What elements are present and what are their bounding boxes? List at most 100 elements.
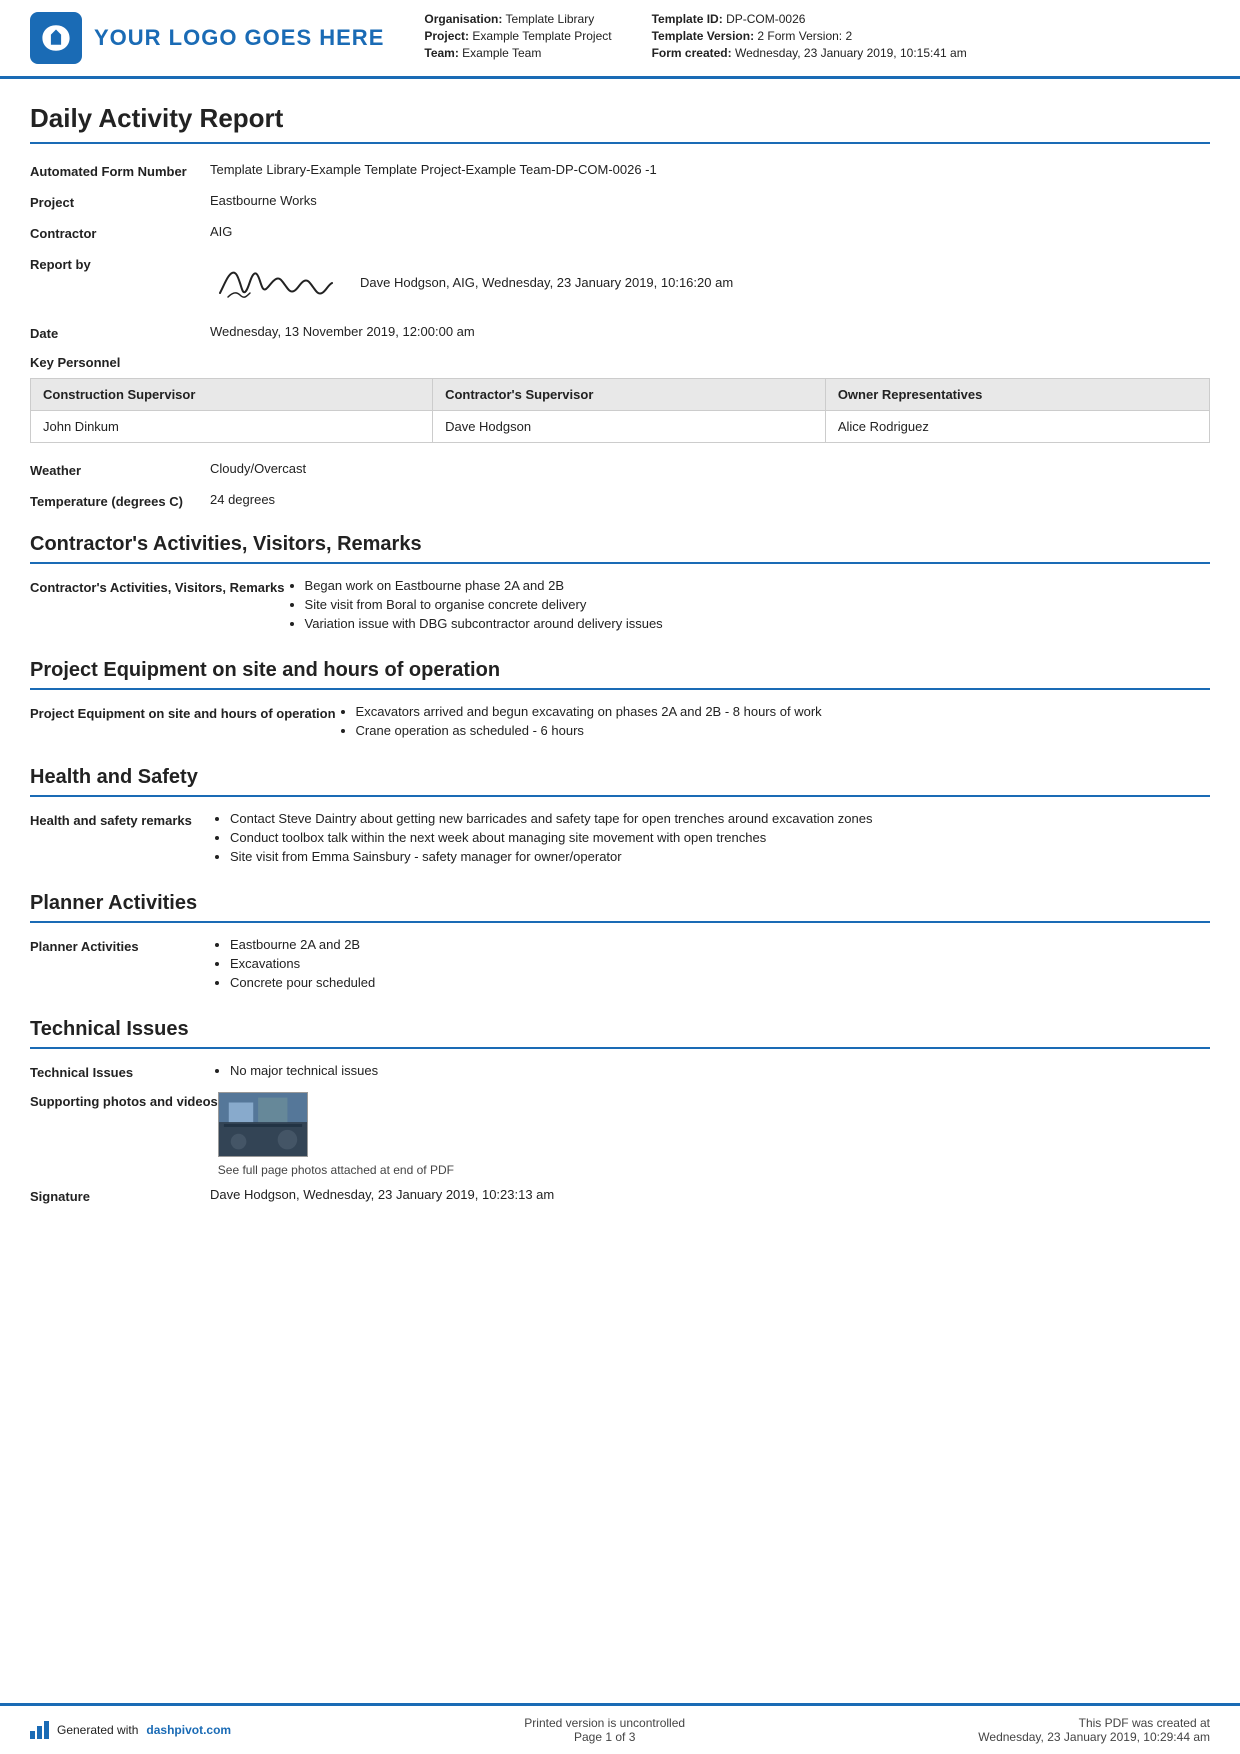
planner-field-value: Eastbourne 2A and 2B Excavations Concret…: [210, 937, 1210, 994]
project-value: Eastbourne Works: [210, 193, 1210, 208]
footer-center: Printed version is uncontrolled Page 1 o…: [524, 1716, 685, 1744]
project-label: Project: [30, 193, 210, 210]
health-safety-section-title: Health and Safety: [30, 766, 1210, 797]
personnel-header-row: Construction Supervisor Contractor's Sup…: [31, 379, 1210, 411]
weather-label: Weather: [30, 461, 210, 478]
report-by-label: Report by: [30, 255, 210, 272]
team-line: Team: Example Team: [424, 46, 611, 60]
list-item: Site visit from Emma Sainsbury - safety …: [230, 849, 1210, 864]
report-title: Daily Activity Report: [30, 103, 1210, 144]
main-content: Daily Activity Report Automated Form Num…: [0, 79, 1240, 1703]
list-item: Excavations: [230, 956, 1210, 971]
footer-right: This PDF was created at Wednesday, 23 Ja…: [978, 1716, 1210, 1744]
org-line: Organisation: Template Library: [424, 12, 611, 26]
supporting-photos-field: Supporting photos and videos See full pa…: [30, 1092, 1210, 1177]
report-by-text: Dave Hodgson, AIG, Wednesday, 23 January…: [360, 275, 733, 290]
signature-label: Signature: [30, 1187, 210, 1204]
cell-john-dinkum: John Dinkum: [31, 411, 433, 443]
col-construction-supervisor: Construction Supervisor: [31, 379, 433, 411]
health-safety-field-label: Health and safety remarks: [30, 811, 210, 828]
equipment-field: Project Equipment on site and hours of o…: [30, 704, 1210, 742]
personnel-table: Construction Supervisor Contractor's Sup…: [30, 378, 1210, 443]
list-item: Began work on Eastbourne phase 2A and 2B: [305, 578, 1210, 593]
technical-field: Technical Issues No major technical issu…: [30, 1063, 1210, 1082]
key-personnel-label: Key Personnel: [30, 355, 1210, 370]
contractors-field: Contractor's Activities, Visitors, Remar…: [30, 578, 1210, 635]
temperature-row: Temperature (degrees C) 24 degrees: [30, 492, 1210, 509]
date-label: Date: [30, 324, 210, 341]
list-item: Excavators arrived and begun excavating …: [356, 704, 1210, 719]
col-contractors-supervisor: Contractor's Supervisor: [433, 379, 826, 411]
page-header: YOUR LOGO GOES HERE Organisation: Templa…: [0, 0, 1240, 79]
form-created-line: Form created: Wednesday, 23 January 2019…: [652, 46, 967, 60]
generated-text: Generated with: [57, 1723, 138, 1737]
list-item: Crane operation as scheduled - 6 hours: [356, 723, 1210, 738]
temperature-value: 24 degrees: [210, 492, 1210, 507]
contractor-value: AIG: [210, 224, 1210, 239]
logo-svg: [39, 21, 73, 55]
temperature-label: Temperature (degrees C): [30, 492, 210, 509]
signature-area: Dave Hodgson, AIG, Wednesday, 23 January…: [210, 255, 1210, 310]
uncontrolled-text: Printed version is uncontrolled: [524, 1716, 685, 1730]
page-text: Page 1 of 3: [524, 1730, 685, 1744]
personnel-data-row: John Dinkum Dave Hodgson Alice Rodriguez: [31, 411, 1210, 443]
list-item: Site visit from Boral to organise concre…: [305, 597, 1210, 612]
signature-value: Dave Hodgson, Wednesday, 23 January 2019…: [210, 1187, 1210, 1202]
header-col-right: Template ID: DP-COM-0026 Template Versio…: [652, 12, 967, 64]
technical-field-label: Technical Issues: [30, 1063, 210, 1080]
supporting-photos-value: See full page photos attached at end of …: [218, 1092, 1210, 1177]
project-row: Project Eastbourne Works: [30, 193, 1210, 210]
pdf-created-text: This PDF was created at: [978, 1716, 1210, 1730]
equipment-list: Excavators arrived and begun excavating …: [336, 704, 1210, 738]
cell-alice-rodriguez: Alice Rodriguez: [825, 411, 1209, 443]
health-safety-list: Contact Steve Daintry about getting new …: [210, 811, 1210, 864]
health-safety-field-value: Contact Steve Daintry about getting new …: [210, 811, 1210, 868]
list-item: No major technical issues: [230, 1063, 1210, 1078]
contractors-field-value: Began work on Eastbourne phase 2A and 2B…: [285, 578, 1210, 635]
pdf-created-date: Wednesday, 23 January 2019, 10:29:44 am: [978, 1730, 1210, 1744]
contractors-field-label: Contractor's Activities, Visitors, Remar…: [30, 578, 285, 595]
automated-form-label: Automated Form Number: [30, 162, 210, 179]
logo-icon: [30, 12, 82, 64]
technical-section-title: Technical Issues: [30, 1018, 1210, 1049]
health-safety-field: Health and safety remarks Contact Steve …: [30, 811, 1210, 868]
contractors-section-title: Contractor's Activities, Visitors, Remar…: [30, 533, 1210, 564]
list-item: Conduct toolbox talk within the next wee…: [230, 830, 1210, 845]
technical-list: No major technical issues: [210, 1063, 1210, 1078]
planner-list: Eastbourne 2A and 2B Excavations Concret…: [210, 937, 1210, 990]
report-by-row: Report by Dave Hodgson, AIG, Wednesday, …: [30, 255, 1210, 310]
planner-field-label: Planner Activities: [30, 937, 210, 954]
planner-field: Planner Activities Eastbourne 2A and 2B …: [30, 937, 1210, 994]
logo-text: YOUR LOGO GOES HERE: [94, 25, 384, 51]
photo-caption: See full page photos attached at end of …: [218, 1163, 1210, 1177]
footer-left: Generated with dashpivot.com: [30, 1721, 231, 1739]
project-line: Project: Example Template Project: [424, 29, 611, 43]
weather-row: Weather Cloudy/Overcast: [30, 461, 1210, 478]
planner-section-title: Planner Activities: [30, 892, 1210, 923]
contractor-label: Contractor: [30, 224, 210, 241]
date-value: Wednesday, 13 November 2019, 12:00:00 am: [210, 324, 1210, 339]
technical-field-value: No major technical issues: [210, 1063, 1210, 1082]
supporting-photos-label: Supporting photos and videos: [30, 1092, 218, 1109]
automated-form-row: Automated Form Number Template Library-E…: [30, 162, 1210, 179]
header-col-left: Organisation: Template Library Project: …: [424, 12, 611, 64]
photo-thumbnail: [218, 1092, 308, 1157]
weather-value: Cloudy/Overcast: [210, 461, 1210, 476]
col-owner-representatives: Owner Representatives: [825, 379, 1209, 411]
equipment-section-title: Project Equipment on site and hours of o…: [30, 659, 1210, 690]
page-footer: Generated with dashpivot.com Printed ver…: [0, 1703, 1240, 1754]
template-version-line: Template Version: 2 Form Version: 2: [652, 29, 967, 43]
signature-image: [210, 255, 340, 310]
dashpivot-link[interactable]: dashpivot.com: [146, 1723, 231, 1737]
cell-dave-hodgson: Dave Hodgson: [433, 411, 826, 443]
contractors-list: Began work on Eastbourne phase 2A and 2B…: [285, 578, 1210, 631]
signature-row: Signature Dave Hodgson, Wednesday, 23 Ja…: [30, 1187, 1210, 1204]
footer-logo-icon: [30, 1721, 49, 1739]
logo-area: YOUR LOGO GOES HERE: [30, 12, 384, 64]
list-item: Concrete pour scheduled: [230, 975, 1210, 990]
list-item: Contact Steve Daintry about getting new …: [230, 811, 1210, 826]
equipment-field-value: Excavators arrived and begun excavating …: [336, 704, 1210, 742]
header-meta: Organisation: Template Library Project: …: [404, 12, 1210, 64]
automated-form-value: Template Library-Example Template Projec…: [210, 162, 1210, 177]
template-id-line: Template ID: DP-COM-0026: [652, 12, 967, 26]
